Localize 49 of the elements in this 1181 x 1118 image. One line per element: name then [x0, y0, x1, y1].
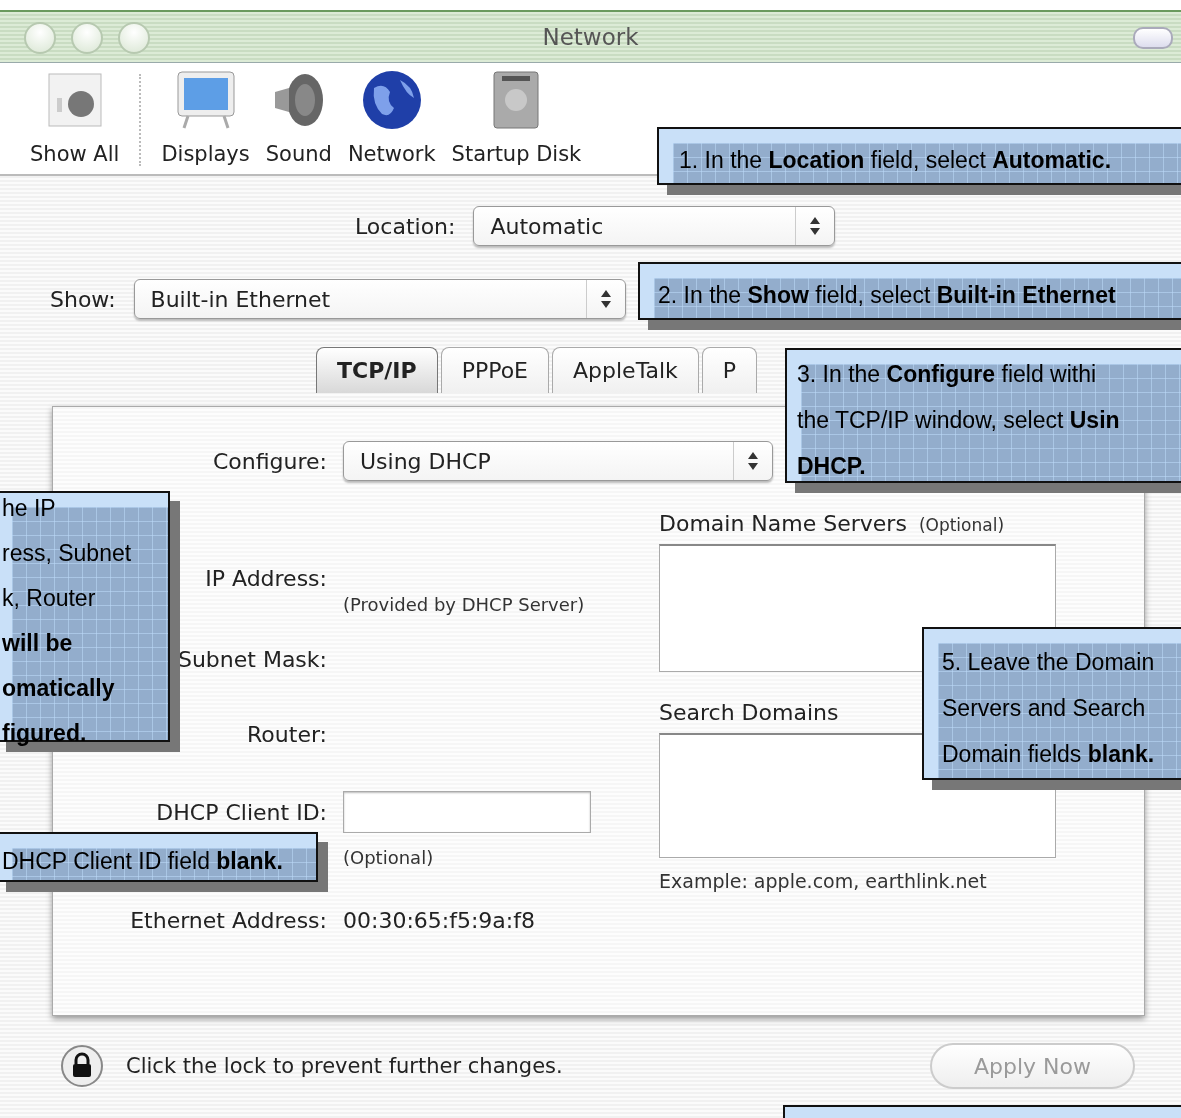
section-title: Domain Name Servers [659, 511, 907, 536]
callout-text: the TCP/IP window, select Usin [796, 405, 1121, 435]
callout-text: figured. [1, 718, 88, 748]
zoom-button[interactable] [118, 22, 150, 54]
tab[interactable]: AppleTalk [552, 347, 699, 393]
location-select[interactable]: Automatic [473, 206, 836, 246]
field-label: Ethernet Address: [129, 908, 327, 933]
field-note: (Provided by DHCP Server) [343, 594, 586, 615]
toolbar-item[interactable]: Displays [153, 68, 258, 166]
lock-icon[interactable] [60, 1044, 104, 1088]
show-select[interactable]: Built-in Ethernet [133, 279, 626, 319]
callout-text: Domain fields blank. [941, 739, 1156, 769]
callout-text: DHCP Client ID field blank. [1, 847, 284, 876]
field-label: Subnet Mask: [176, 647, 327, 672]
minimize-button[interactable] [71, 22, 103, 54]
callout-text: k, Router [1, 583, 97, 613]
callout-text: DHCP. [796, 451, 867, 481]
callout-text: 2. In the Show field, select Built-in Ethernet [657, 281, 1117, 310]
callout-text: Servers and Search [941, 693, 1147, 723]
window-title: Network [542, 24, 639, 50]
tab[interactable]: PPPoE [440, 347, 549, 393]
input-field[interactable] [343, 791, 591, 833]
callout-text: 3. In the Configure field withi [796, 359, 1098, 389]
callout-text: 1. In the Location field, select Automatic. [678, 146, 1113, 175]
toolbar-toggle-button[interactable] [1133, 27, 1173, 49]
callout-text: will be [1, 628, 74, 658]
lock-message: Click the lock to prevent further changes. [126, 1054, 564, 1078]
callout-text: omatically [1, 673, 116, 703]
tab[interactable]: TCP/IP [316, 347, 438, 393]
field-note: (Optional) [343, 847, 435, 868]
toolbar-item[interactable]: Network [339, 68, 444, 166]
field-label: IP Address: [204, 566, 327, 591]
toolbar-item[interactable]: Startup Disk [443, 68, 590, 166]
field-value: 00:30:65:f5:9a:f8 [343, 908, 536, 933]
configure-select[interactable]: Using DHCP [343, 441, 773, 481]
tab[interactable]: P [701, 347, 758, 393]
section-title: Search Domains [659, 700, 839, 725]
toolbar-item[interactable]: Sound [257, 68, 340, 166]
close-button[interactable] [24, 22, 56, 54]
show-label: Show: [50, 286, 116, 312]
callout-text: he IP [1, 493, 57, 523]
toolbar-item[interactable]: Show All [22, 68, 128, 166]
example-text: Example: apple.com, earthlink.net [659, 870, 987, 892]
field-note: (Optional) [918, 515, 1005, 535]
location-label: Location: [355, 213, 456, 239]
configure-label: Configure: [211, 448, 327, 474]
callout-text: 5. Leave the Domain [941, 647, 1156, 677]
field-label: DHCP Client ID: [155, 799, 327, 825]
callout-text: ress, Subnet [1, 538, 133, 568]
